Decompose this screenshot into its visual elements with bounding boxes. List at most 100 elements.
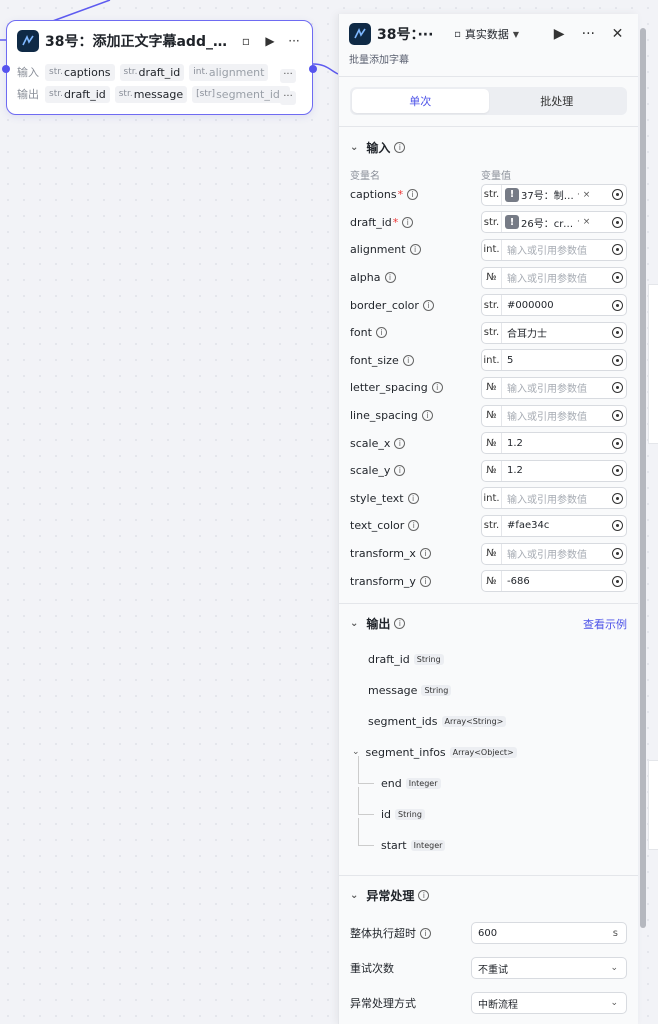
input-section-header[interactable]: ⌄ 输入 i [339,127,638,167]
reference-target-icon[interactable] [608,327,626,339]
param-name: font_size i [350,354,481,367]
param-value[interactable]: -686 [502,576,608,587]
view-example-link[interactable]: 查看示例 [583,616,627,632]
reference-target-icon[interactable] [608,437,626,449]
output-name: segment_infos [365,745,446,759]
reference-target-icon[interactable] [608,520,626,532]
reference-target-icon[interactable] [608,272,626,284]
param-input[interactable]: int. 输入或引用参数值 [481,487,627,510]
param-input[interactable]: № 输入或引用参数值 [481,376,627,399]
info-icon: i [394,465,406,477]
retry-select[interactable]: 不重试 ⌄ [471,957,627,980]
output-type-badge: Array<Object> [449,746,517,758]
node-output-port[interactable] [309,65,317,73]
param-type-selector[interactable]: № [482,267,502,288]
run-icon[interactable]: ▶ [549,23,570,45]
param-type-selector[interactable]: int. [482,350,502,371]
param-input[interactable]: str. #fae34c [481,514,627,537]
exception-section-header[interactable]: ⌄ 异常处理 i [339,876,638,916]
node-outputs-more[interactable]: ··· [280,91,296,105]
param-placeholder[interactable]: 输入或引用参数值 [502,380,608,395]
tab-single[interactable]: 单次 [352,89,489,113]
timeout-input[interactable]: 600 s [471,922,627,945]
param-placeholder[interactable]: 输入或引用参数值 [502,242,608,257]
param-value[interactable]: #fae34c [502,520,608,531]
output-segment-infos[interactable]: ⌄ segment_infos Array<Object> [339,737,638,768]
exception-section-title: 异常处理 [366,889,415,904]
param-type-selector[interactable]: № [482,571,502,592]
param-type-selector[interactable]: str. [482,515,502,536]
param-input[interactable]: № -686 [481,570,627,593]
param-type-selector[interactable]: str. [482,322,502,343]
panel-scrollbar[interactable] [640,28,646,928]
data-mode-select[interactable]: ▫ 真实数据 ▼ [454,26,540,42]
reference-target-icon[interactable] [608,575,626,587]
reference-target-icon[interactable] [608,492,626,504]
param-input[interactable]: int. 输入或引用参数值 [481,238,627,261]
param-input[interactable]: str.!37号：制作···· × [481,183,627,206]
param-type-selector[interactable]: № [482,460,502,481]
tab-batch[interactable]: 批处理 [489,89,626,113]
param-value[interactable]: 1.2 [502,465,608,476]
info-icon: i [422,299,434,311]
param-value[interactable]: 1.2 [502,438,608,449]
param-input[interactable]: № 1.2 [481,432,627,455]
param-value[interactable]: 合耳力士 [502,325,608,340]
param-name: transform_x i [350,547,481,560]
output-section-title: 输出 [366,617,391,632]
preview-icon[interactable]: ▫ [236,31,256,51]
exception-method-select[interactable]: 中断流程 ⌄ [471,992,627,1015]
node-input-port[interactable] [2,65,10,73]
reference-target-icon[interactable] [608,354,626,366]
param-type-selector[interactable]: str. [482,212,502,233]
param-type-selector[interactable]: str. [482,295,502,316]
param-type-selector[interactable]: int. [482,239,502,260]
param-type-selector[interactable]: int. [482,488,502,509]
clear-reference-icon[interactable]: · × [577,217,590,227]
clear-reference-icon[interactable]: · × [577,190,590,200]
param-input[interactable]: int. 5 [481,349,627,372]
output-section-header[interactable]: ⌄ 输出 i 查看示例 [339,604,638,644]
param-type-selector[interactable]: № [482,405,502,426]
param-reference[interactable]: !37号：制作···· × [502,187,608,202]
param-type-selector[interactable]: № [482,433,502,454]
reference-target-icon[interactable] [608,189,626,201]
reference-target-icon[interactable] [608,216,626,228]
param-input[interactable]: str. 合耳力士 [481,321,627,344]
param-input[interactable]: № 输入或引用参数值 [481,542,627,565]
param-row-style-text: style_text i int. 输入或引用参数值 [339,485,638,513]
param-value[interactable]: 5 [502,355,608,366]
reference-target-icon[interactable] [608,244,626,256]
param-placeholder[interactable]: 输入或引用参数值 [502,491,608,506]
param-input[interactable]: № 输入或引用参数值 [481,404,627,427]
param-type-selector[interactable]: № [482,377,502,398]
run-icon[interactable]: ▶ [260,31,280,51]
param-placeholder[interactable]: 输入或引用参数值 [502,546,608,561]
param-value[interactable]: #000000 [502,300,608,311]
timeout-label: 整体执行超时 i [350,925,471,941]
node-inputs-more[interactable]: ··· [280,69,296,83]
reference-target-icon[interactable] [608,299,626,311]
more-icon[interactable]: ··· [578,23,599,45]
reference-target-icon[interactable] [608,410,626,422]
param-placeholder[interactable]: 输入或引用参数值 [502,270,608,285]
param-name: alpha i [350,271,481,284]
reference-target-icon[interactable] [608,465,626,477]
param-input[interactable]: str. #000000 [481,294,627,317]
reference-target-icon[interactable] [608,382,626,394]
close-icon[interactable]: ✕ [607,23,628,45]
workflow-node-38[interactable]: 38号：添加正文字幕add_cap··· ▫ ▶ ··· 输入 str.capt… [2,20,317,115]
more-icon[interactable]: ··· [284,31,304,51]
param-type-selector[interactable]: № [482,543,502,564]
param-input[interactable]: str.!26号：crea···· × [481,211,627,234]
param-name: line_spacing i [350,409,481,422]
col-value-header: 变量值 [481,171,511,182]
param-input[interactable]: № 1.2 [481,459,627,482]
param-placeholder[interactable]: 输入或引用参数值 [502,408,608,423]
param-row-font: font i str. 合耳力士 [339,319,638,347]
panel-header: 38号：··· ▫ 真实数据 ▼ ▶ ··· ✕ [339,14,638,54]
param-input[interactable]: № 输入或引用参数值 [481,266,627,289]
reference-target-icon[interactable] [608,548,626,560]
param-type-selector[interactable]: str. [482,184,502,205]
param-reference[interactable]: !26号：crea···· × [502,215,608,230]
